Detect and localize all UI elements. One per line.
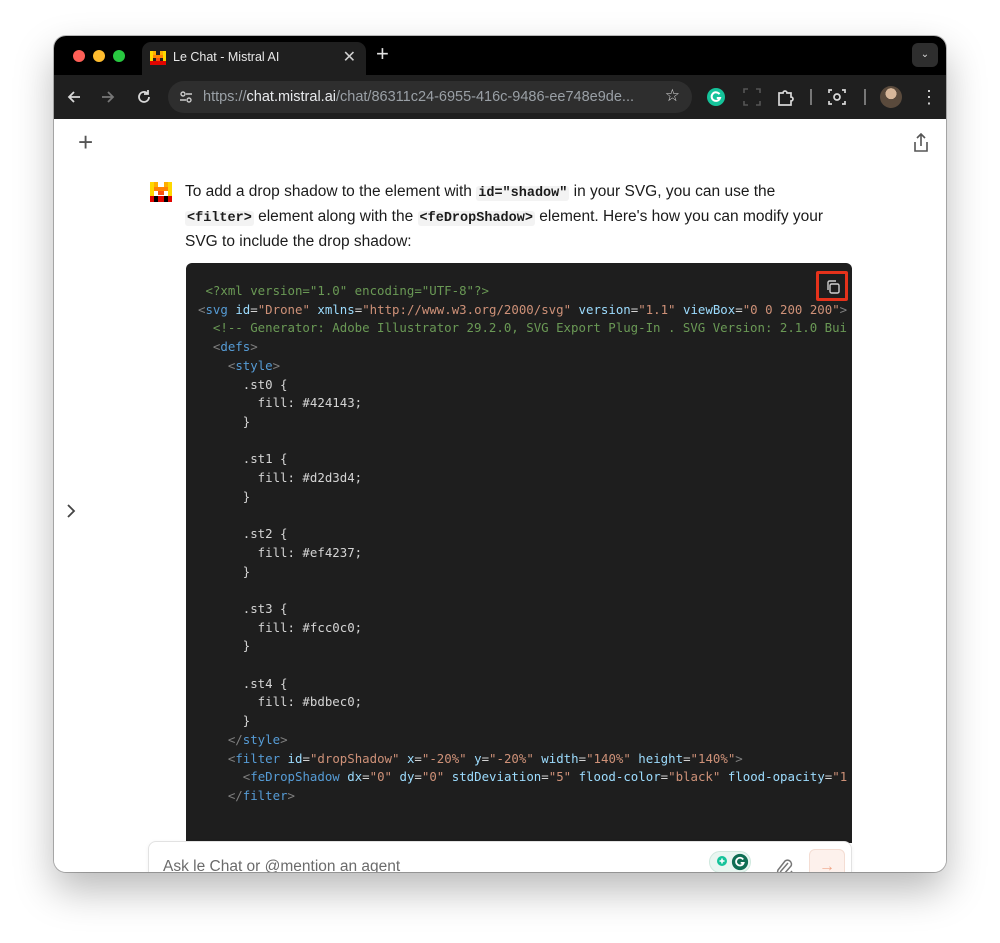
code-line: <svg id="Drone" xmlns="http://www.w3.org… (198, 301, 848, 317)
code-line: .st0 { (198, 376, 288, 392)
url-prefix: https:// (203, 89, 247, 105)
active-tab[interactable]: Le Chat - Mistral AI ✕ (142, 42, 366, 75)
code-content: <?xml version="1.0" encoding="UTF-8"?> <s… (198, 282, 847, 806)
code-line: } (198, 563, 251, 579)
code-line: .st1 { (198, 451, 288, 467)
code-line: fill: #bdbec0; (198, 694, 363, 710)
code-line: } (198, 488, 251, 504)
minimize-window-button[interactable] (93, 50, 105, 62)
url-text: https://chat.mistral.ai/chat/86311c24-69… (203, 89, 634, 105)
forward-icon (102, 91, 115, 103)
attach-paperclip-icon[interactable] (775, 857, 793, 872)
zoom-window-button[interactable] (113, 50, 125, 62)
message-text: element along with the (253, 208, 418, 225)
chat-page: + To add a drop shadow to the element wi… (54, 119, 946, 872)
back-button[interactable] (60, 75, 88, 119)
grammarly-widget[interactable] (709, 851, 751, 872)
extension-puzzle-icon[interactable] (776, 87, 796, 107)
url-host: chat.mistral.ai (246, 89, 336, 105)
url-path: /chat/86311c24-6955-416c-9486-ee748e9de.… (335, 89, 635, 105)
copy-icon (827, 280, 840, 294)
browser-window: Le Chat - Mistral AI ✕ + ⌄ https://chat.… (54, 36, 946, 872)
code-line: .st3 { (198, 600, 288, 616)
sidebar-toggle-chevron-icon[interactable] (66, 503, 76, 524)
grammarly-icon (731, 853, 749, 871)
message-text: To add a drop shadow to the element with (185, 183, 477, 200)
bookmark-star-icon[interactable]: ☆ (665, 86, 680, 106)
new-tab-button[interactable]: + (376, 42, 389, 66)
chat-input-box[interactable]: Ask le Chat or @mention an agent → (148, 841, 852, 872)
screen-capture-icon[interactable] (742, 87, 762, 107)
reload-button[interactable] (130, 75, 158, 119)
code-line: fill: #fcc0c0; (198, 619, 363, 635)
grammarly-icon[interactable] (706, 87, 726, 107)
assistant-message: To add a drop shadow to the element with… (185, 180, 825, 253)
address-bar[interactable]: https://chat.mistral.ai/chat/86311c24-69… (168, 81, 692, 113)
forward-button[interactable] (94, 75, 122, 119)
tab-title: Le Chat - Mistral AI (173, 50, 280, 64)
code-line: <filter id="dropShadow" x="-20%" y="-20%… (227, 750, 743, 766)
new-chat-button[interactable]: + (78, 129, 93, 155)
site-settings-icon[interactable] (178, 89, 194, 105)
grammarly-suggestion-icon (717, 856, 727, 866)
code-line: fill: #ef4237; (198, 544, 363, 560)
code-line: <style> (227, 357, 281, 373)
code-block: <?xml version="1.0" encoding="UTF-8"?> <s… (186, 263, 852, 843)
copy-code-button[interactable] (816, 271, 848, 301)
code-line: fill: #d2d3d4; (198, 470, 363, 486)
code-line: </style> (227, 731, 288, 747)
toolbar-divider (864, 89, 866, 105)
code-line: </filter> (227, 787, 295, 803)
screenshot-icon[interactable] (827, 87, 847, 107)
inline-code: <filter> (185, 211, 254, 226)
code-line: .st2 { (198, 526, 288, 542)
message-text: in your SVG, you can use the (569, 183, 776, 200)
more-menu-icon[interactable]: ⋮ (920, 75, 938, 119)
code-line: } (198, 413, 251, 429)
code-line: .st4 { (198, 675, 288, 691)
code-line: <feDropShadow dx="0" dy="0" stdDeviation… (242, 769, 848, 785)
back-icon (67, 91, 80, 103)
profile-avatar[interactable] (880, 86, 902, 108)
close-window-button[interactable] (73, 50, 85, 62)
code-line: <?xml version="1.0" encoding="UTF-8"?> (198, 283, 489, 298)
code-line: } (198, 638, 251, 654)
share-icon[interactable] (912, 133, 930, 153)
code-line: fill: #424143; (198, 395, 363, 411)
inline-code: <feDropShadow> (417, 211, 535, 226)
code-line: <defs> (212, 339, 258, 355)
code-line: } (198, 713, 251, 729)
inline-code: id="shadow" (476, 186, 570, 201)
reload-icon (138, 90, 150, 103)
mistral-logo-icon (150, 182, 172, 202)
tab-bar: Le Chat - Mistral AI ✕ + ⌄ (54, 36, 946, 75)
chat-input-placeholder: Ask le Chat or @mention an agent (163, 858, 401, 872)
tab-search-chevron-icon[interactable]: ⌄ (912, 43, 938, 67)
tab-close-icon[interactable]: ✕ (343, 47, 356, 67)
mistral-favicon-icon (150, 51, 166, 65)
toolbar-divider (810, 89, 812, 105)
browser-toolbar: https://chat.mistral.ai/chat/86311c24-69… (54, 75, 946, 119)
send-button[interactable]: → (809, 849, 845, 872)
code-line: <!-- Generator: Adobe Illustrator 29.2.0… (198, 320, 848, 336)
